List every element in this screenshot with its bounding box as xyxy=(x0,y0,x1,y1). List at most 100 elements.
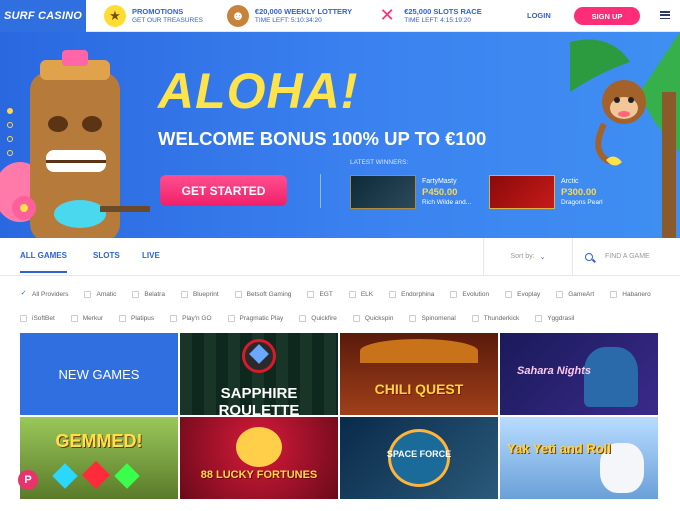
tab-all-games[interactable]: ALL GAMES xyxy=(20,251,67,273)
provider-label: Pragmatic Play xyxy=(239,314,284,322)
checkbox[interactable] xyxy=(610,290,618,298)
site-logo[interactable]: SURF CASINO xyxy=(0,0,86,32)
star-icon: ★ xyxy=(104,4,126,27)
game-title: Yak Yeti and Roll xyxy=(507,441,611,456)
provider-filter-item[interactable]: Merkur xyxy=(70,312,103,324)
tab-live[interactable]: LIVE xyxy=(142,251,160,260)
provider-filter-item[interactable]: Play'n GO xyxy=(170,312,212,324)
checkbox[interactable] xyxy=(471,314,479,322)
provider-label: Yggdrasil xyxy=(547,314,575,322)
provider-filter-item[interactable]: Evolution xyxy=(450,288,489,300)
provider-filter-item[interactable]: Blueprint xyxy=(180,288,219,300)
pinterest-icon[interactable]: P xyxy=(18,470,38,490)
checkbox[interactable] xyxy=(132,290,140,298)
checkbox[interactable] xyxy=(389,290,397,298)
provider-filter-item[interactable]: iSoftBet xyxy=(20,312,55,324)
sort-dropdown[interactable]: Sort by: ⌄ xyxy=(483,238,573,275)
checkbox[interactable] xyxy=(180,290,188,298)
game-tile[interactable]: SPACE FORCE xyxy=(340,417,498,499)
game-tile[interactable]: Yak Yeti and Roll xyxy=(500,417,658,499)
provider-label: Blueprint xyxy=(192,290,219,298)
provider-label: Habanero xyxy=(622,290,651,298)
provider-filter-item[interactable]: Evoplay xyxy=(505,288,540,300)
promo-promotions[interactable]: ★ PROMOTIONS GET OUR TREASURES xyxy=(86,0,203,32)
provider-filter-item[interactable]: Thunderkick xyxy=(471,312,519,324)
provider-filter-item[interactable]: GameArt xyxy=(556,288,594,300)
promo-slots-race[interactable]: ✕ €25,000 SLOTS RACE TIME LEFT: 4:15:19:… xyxy=(352,0,482,32)
game-tile[interactable]: 88 LUCKY FORTUNES xyxy=(180,417,338,499)
checkbox[interactable] xyxy=(556,290,564,298)
provider-label: All Providers xyxy=(32,290,69,298)
x-race-icon: ✕ xyxy=(376,4,399,27)
checkbox[interactable] xyxy=(299,314,307,322)
provider-filter-item[interactable]: Endorphina xyxy=(389,288,434,300)
provider-filter-item[interactable]: Yggdrasil xyxy=(535,312,574,324)
games-grid: NEW GAMES SAPPHIRE ROULETTE CHILI QUEST … xyxy=(20,333,660,511)
tiki-icon: ☻ xyxy=(226,4,249,27)
provider-filter-item[interactable]: Amatic xyxy=(84,288,116,300)
provider-filter-item[interactable]: ELK xyxy=(348,288,374,300)
checkbox[interactable] xyxy=(352,314,360,322)
provider-label: Spinomenal xyxy=(421,314,456,322)
tab-slots[interactable]: SLOTS xyxy=(93,251,120,260)
winner-amount: P300.00 xyxy=(561,186,597,198)
sort-label: Sort by: xyxy=(510,253,535,260)
game-title: CHILI QUEST xyxy=(374,381,464,397)
promo-weekly-lottery[interactable]: ☻ €20,000 WEEKLY LOTTERY TIME LEFT: 5:10… xyxy=(203,0,352,32)
checkbox[interactable] xyxy=(450,290,458,298)
checkbox[interactable] xyxy=(84,290,92,298)
checkbox[interactable] xyxy=(348,290,356,298)
provider-label: ELK xyxy=(360,290,374,298)
game-tile[interactable]: Sahara Nights xyxy=(500,333,658,415)
checkbox[interactable] xyxy=(234,290,242,298)
checkbox[interactable] xyxy=(535,314,543,322)
checkbox[interactable] xyxy=(409,314,417,322)
provider-filter-item[interactable]: Platipus xyxy=(119,312,154,324)
provider-filter-item[interactable]: Pragmatic Play xyxy=(227,312,284,324)
hero-banner: ALOHA! WELCOME BONUS 100% UP TO €100 GET… xyxy=(0,32,680,238)
provider-filter-item[interactable]: Quickfire xyxy=(299,312,337,324)
search-field[interactable]: FIND A GAME xyxy=(573,238,680,275)
provider-filter-item[interactable]: Quickspin xyxy=(352,312,393,324)
game-tile[interactable]: SAPPHIRE ROULETTE xyxy=(180,333,338,415)
checkbox[interactable]: ✓ xyxy=(20,290,27,298)
provider-filter-item[interactable]: Betsoft Gaming xyxy=(234,288,292,300)
slider-dot[interactable] xyxy=(7,136,13,142)
checkbox[interactable] xyxy=(119,314,126,322)
winner-game: Rich Wilde and... xyxy=(422,198,472,206)
game-tile[interactable]: GEMMED! xyxy=(20,417,178,499)
promo-title: PROMOTIONS xyxy=(132,6,184,16)
login-link[interactable]: LOGIN xyxy=(527,11,551,20)
winner-item[interactable]: FartyMasty P450.00 Rich Wilde and... xyxy=(350,175,471,209)
provider-label: Betsoft Gaming xyxy=(246,290,292,298)
provider-filter-item[interactable]: Spinomenal xyxy=(409,312,456,324)
provider-label: EGT xyxy=(319,290,333,298)
provider-filter-item[interactable]: Belatra xyxy=(132,288,165,300)
game-tile[interactable]: CHILI QUEST xyxy=(340,333,498,415)
slider-dot[interactable] xyxy=(7,122,13,128)
slider-dots xyxy=(7,108,13,156)
checkbox[interactable] xyxy=(307,290,315,298)
game-title: GEMMED! xyxy=(55,431,143,451)
menu-icon[interactable] xyxy=(660,11,670,19)
checkbox[interactable] xyxy=(170,314,178,322)
search-input[interactable]: FIND A GAME xyxy=(605,253,650,260)
get-started-button[interactable]: GET STARTED xyxy=(160,175,287,206)
slider-dot[interactable] xyxy=(7,150,13,156)
provider-filter-item[interactable]: Habanero xyxy=(610,288,651,300)
winner-item[interactable]: Arctic P300.00 Dragons Pearl xyxy=(489,175,603,209)
checkbox[interactable] xyxy=(20,314,27,322)
new-games-tile[interactable]: NEW GAMES xyxy=(20,333,178,415)
game-tabs-bar: ALL GAMES SLOTS LIVE Sort by: ⌄ FIND A G… xyxy=(0,238,680,276)
game-title: 88 LUCKY FORTUNES xyxy=(200,469,318,481)
checkbox[interactable] xyxy=(227,314,235,322)
checkbox[interactable] xyxy=(505,290,513,298)
top-bar: SURF CASINO ★ PROMOTIONS GET OUR TREASUR… xyxy=(0,0,680,32)
chevron-down-icon: ⌄ xyxy=(539,253,546,261)
slider-dot[interactable] xyxy=(7,108,13,114)
signup-button[interactable]: SIGN UP xyxy=(574,7,640,25)
checkbox[interactable] xyxy=(70,314,78,322)
provider-filter-item[interactable]: ✓ All Providers xyxy=(20,288,69,300)
promo-subtitle: GET OUR TREASURES xyxy=(132,16,203,24)
provider-filter-item[interactable]: EGT xyxy=(307,288,333,300)
